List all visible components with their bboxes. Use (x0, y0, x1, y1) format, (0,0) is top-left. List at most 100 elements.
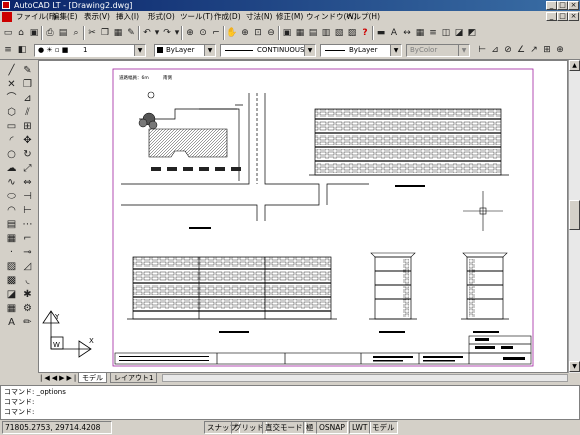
linetype-dropdown[interactable]: CONTINUOUS ▼ (220, 44, 316, 57)
plotstyle-dropdown[interactable]: ByColor ▼ (406, 44, 470, 57)
dimension-aligned-icon[interactable]: ⊿ (489, 44, 501, 56)
properties-edit-icon[interactable]: ⚙ (21, 302, 34, 315)
ellipse-arc-icon[interactable]: ◠ (5, 204, 18, 217)
construction-line-icon[interactable]: ✕ (5, 78, 18, 91)
scale-icon[interactable]: ⤢ (21, 162, 34, 175)
fillet-icon[interactable]: ◟ (21, 274, 34, 287)
pencil-icon[interactable]: ✏ (21, 316, 34, 329)
menu-draw[interactable]: 作成(D) (214, 11, 241, 23)
insert-block-icon[interactable]: ◪ (453, 27, 465, 39)
coordinates-readout[interactable]: 71805.2753, 29714.4208 (2, 421, 112, 434)
app-icon[interactable] (2, 1, 10, 9)
xref-icon[interactable]: ◩ (466, 27, 478, 39)
chevron-down-icon[interactable]: ▼ (458, 45, 469, 56)
scroll-down-icon[interactable]: ▼ (569, 361, 580, 372)
doc-close-button[interactable]: × (568, 12, 579, 21)
menu-format[interactable]: 形式(O) (148, 11, 175, 23)
snap-from-icon[interactable]: ⊙ (197, 27, 209, 39)
ellipse-icon[interactable]: ⬭ (5, 190, 18, 203)
circle-icon[interactable]: ○ (5, 148, 18, 161)
model-toggle[interactable]: モデル (369, 421, 398, 434)
polyline-icon[interactable]: ⌒ (5, 92, 18, 105)
polygon-icon[interactable]: ⬡ (5, 106, 18, 119)
ortho-toggle[interactable]: 直交モード (262, 421, 306, 434)
tab-layout1[interactable]: レイアウト1 (110, 373, 158, 383)
doc-restore-button[interactable]: □ (557, 12, 568, 21)
chevron-down-icon[interactable]: ▼ (204, 45, 215, 56)
chevron-down-icon[interactable]: ▼ (304, 45, 315, 56)
menu-file[interactable]: ファイル(F) (16, 11, 56, 23)
zoom-realtime-icon[interactable]: ⊕ (239, 27, 251, 39)
point-icon[interactable]: · (5, 246, 18, 259)
polar-toggle[interactable]: 極 (303, 421, 317, 434)
close-button[interactable]: × (568, 1, 579, 10)
move-icon[interactable]: ✥ (21, 134, 34, 147)
sheet-set-icon[interactable]: ▥ (320, 27, 332, 39)
gradient-icon[interactable]: ▩ (5, 274, 18, 287)
maximize-button[interactable]: □ (557, 1, 568, 10)
cut-icon[interactable]: ✂ (86, 27, 98, 39)
rotate-icon[interactable]: ↻ (21, 148, 34, 161)
layer-previous-icon[interactable]: ◧ (16, 44, 28, 56)
array-icon[interactable]: ⊞ (21, 120, 34, 133)
insert-block-icon[interactable]: ▤ (5, 218, 18, 231)
explode-icon[interactable]: ✱ (21, 288, 34, 301)
print-icon[interactable]: ⎙ (44, 27, 56, 39)
layer-manager-icon[interactable]: ≡ (2, 44, 14, 56)
copy-object-icon[interactable]: ❐ (21, 78, 34, 91)
chamfer-icon[interactable]: ◿ (21, 260, 34, 273)
zoom-window-icon[interactable]: ⊡ (252, 27, 264, 39)
dimension-radius-icon[interactable]: ⊘ (502, 44, 514, 56)
undo-dropdown-icon[interactable]: ▾ (154, 27, 160, 39)
drawing-canvas[interactable]: 道路幅員：6m 南側 Y X W (38, 60, 568, 373)
open-icon[interactable]: ⌂ (15, 27, 27, 39)
mirror-icon[interactable]: ⊿ (21, 92, 34, 105)
copy-icon[interactable]: ❐ (99, 27, 111, 39)
text-style-icon[interactable]: A (388, 27, 400, 39)
line-icon[interactable]: ╱ (5, 64, 18, 77)
dimension-leader-icon[interactable]: ↗ (528, 44, 540, 56)
lineweight-dropdown[interactable]: ByLayer ▼ (320, 44, 402, 57)
save-icon[interactable]: ▣ (28, 27, 40, 39)
redo-dropdown-icon[interactable]: ▾ (174, 27, 180, 39)
pan-icon[interactable]: ✋ (226, 27, 238, 39)
dimension-angular-icon[interactable]: ∠ (515, 44, 527, 56)
redo-icon[interactable]: ↷ (161, 27, 173, 39)
break-icon[interactable]: ⌐ (21, 232, 34, 245)
horizontal-scrollbar[interactable] (162, 374, 568, 382)
preview-icon[interactable]: ▤ (57, 27, 69, 39)
undo-icon[interactable]: ↶ (141, 27, 153, 39)
color-dropdown[interactable]: ByLayer ▼ (154, 44, 216, 57)
dimension-center-icon[interactable]: ⊕ (554, 44, 566, 56)
dim-style-icon[interactable]: ↔ (401, 27, 413, 39)
menu-modify[interactable]: 修正(M) (276, 11, 303, 23)
layer-props-icon[interactable]: ≡ (427, 27, 439, 39)
menu-help[interactable]: ヘルプ(H) (346, 11, 380, 23)
stretch-icon[interactable]: ⇔ (21, 176, 34, 189)
menu-insert[interactable]: 挿入(I) (116, 11, 139, 23)
tab-model[interactable]: モデル (78, 373, 107, 383)
tool-palette-icon[interactable]: ▤ (307, 27, 319, 39)
break-point-icon[interactable]: ⋯ (21, 218, 34, 231)
chevron-down-icon[interactable]: ▼ (134, 45, 145, 56)
osnap-toggle[interactable]: OSNAP (316, 421, 348, 434)
match-properties-icon[interactable]: ✎ (125, 27, 137, 39)
arc-icon[interactable]: ◜ (5, 134, 18, 147)
hyperlink-icon[interactable]: ⊕ (184, 27, 196, 39)
revision-cloud-icon[interactable]: ☁ (5, 162, 18, 175)
dimension-linear-icon[interactable]: ⊢ (476, 44, 488, 56)
scroll-thumb[interactable] (569, 200, 580, 230)
menu-view[interactable]: 表示(V) (84, 11, 110, 23)
dimension-tolerance-icon[interactable]: ⊞ (541, 44, 553, 56)
region-icon[interactable]: ◪ (5, 288, 18, 301)
paste-icon[interactable]: ▦ (112, 27, 124, 39)
table-icon[interactable]: ▦ (5, 302, 18, 315)
join-icon[interactable]: ⊸ (21, 246, 34, 259)
calculator-icon[interactable]: ▨ (346, 27, 358, 39)
zoom-previous-icon[interactable]: ⊖ (265, 27, 277, 39)
layer-dropdown[interactable]: ● ☀ ▫ ■ 1 ▼ (34, 44, 146, 57)
command-prompt[interactable]: コマンド: (4, 408, 34, 417)
menu-dimension[interactable]: 寸法(N) (246, 11, 272, 23)
markup-icon[interactable]: ▧ (333, 27, 345, 39)
tab-navigation-icon[interactable]: |◀◀▶▶| (40, 373, 78, 383)
